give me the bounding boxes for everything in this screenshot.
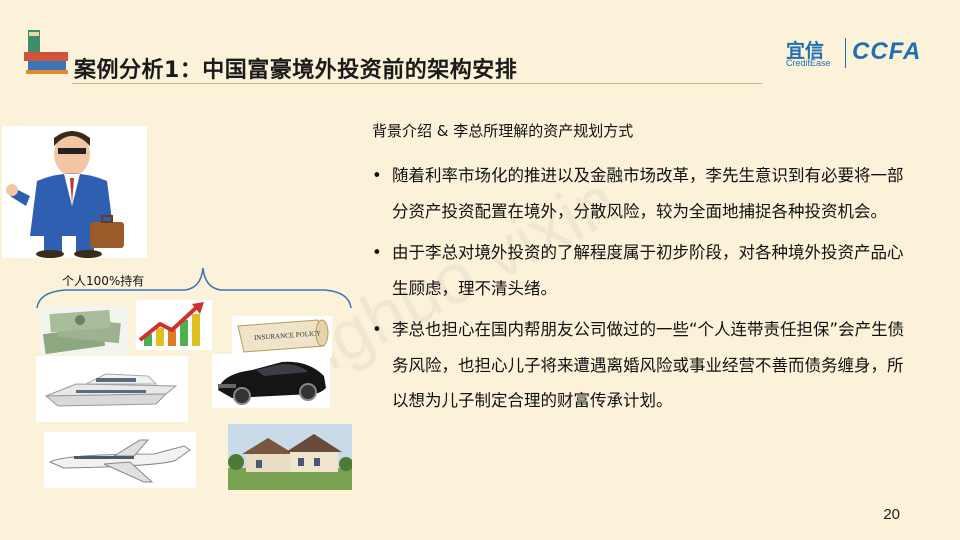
sports-car-image xyxy=(212,354,330,408)
books-icon xyxy=(24,30,68,74)
bullet-item: • 李总也担心在国内帮朋友公司做过的一些“个人连带责任担保”会产生债务风险，也担心… xyxy=(372,312,912,419)
page-title: 案例分析1：中国富豪境外投资前的架构安排 xyxy=(74,58,518,83)
brace-label: 个人100%持有 xyxy=(62,274,145,288)
logo-ccfa: CCFA xyxy=(852,38,922,65)
bullet-text: 随着利率市场化的推进以及金融市场改革，李先生意识到有必要将一部分资产投资配置在境… xyxy=(392,166,904,221)
yacht-image xyxy=(36,356,188,422)
private-jet-image xyxy=(44,432,196,488)
bullet-dot: • xyxy=(372,166,382,185)
bullet-dot: • xyxy=(372,243,382,262)
bullet-list: • 随着利率市场化的推进以及金融市场改革，李先生意识到有必要将一部分资产投资配置在… xyxy=(372,158,912,425)
bullet-item: • 由于李总对境外投资的了解程度属于初步阶段，对各种境外投资产品心生顾虑，理不清头… xyxy=(372,235,912,306)
section-heading: 背景介绍 & 李总所理解的资产规划方式 xyxy=(372,122,634,140)
cash-stack-image xyxy=(40,306,128,354)
bullet-text: 李总也担心在国内帮朋友公司做过的一些“个人连带责任担保”会产生债务风险，也担心儿… xyxy=(392,320,905,410)
insurance-policy-image: INSURANCE POLICY xyxy=(232,316,332,358)
brand-logo: 宜信 CreditEase CCFA xyxy=(786,36,936,72)
businessman-image xyxy=(2,126,147,258)
bullet-dot: • xyxy=(372,320,382,339)
logo-en: CreditEase xyxy=(786,58,831,68)
villa-image xyxy=(228,424,352,490)
title-divider xyxy=(72,83,762,84)
bullet-item: • 随着利率市场化的推进以及金融市场改革，李先生意识到有必要将一部分资产投资配置在… xyxy=(372,158,912,229)
growth-chart-image xyxy=(136,300,212,350)
page-number: 20 xyxy=(883,506,900,523)
logo-divider xyxy=(845,38,846,68)
bullet-text: 由于李总对境外投资的了解程度属于初步阶段，对各种境外投资产品心生顾虑，理不清头绪… xyxy=(392,243,904,298)
